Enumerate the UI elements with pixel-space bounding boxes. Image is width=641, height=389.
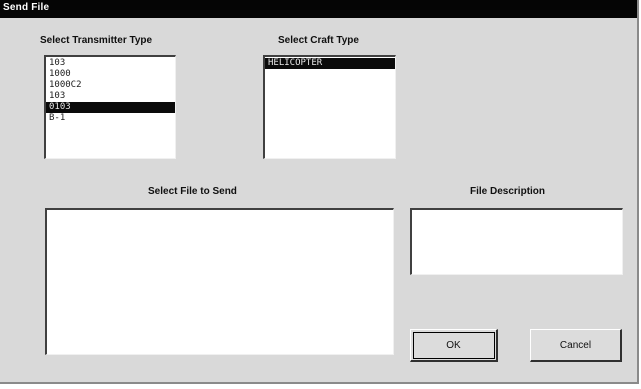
list-item[interactable]: 1000C2 [46, 80, 175, 91]
file-description-value [412, 210, 622, 214]
list-item[interactable]: 103 [46, 58, 175, 69]
transmitter-type-listbox[interactable]: 103 1000 1000C2 103 0103 B-1 [44, 55, 176, 159]
list-item[interactable]: 1000 [46, 69, 175, 80]
window-title: Send File [3, 2, 50, 13]
craft-type-label: Select Craft Type [278, 35, 359, 46]
list-item[interactable]: 0103 [46, 102, 175, 113]
file-description-label: File Description [470, 186, 546, 197]
list-item[interactable]: B-1 [46, 113, 175, 124]
send-file-dialog: Send File Select Transmitter Type 103 100… [0, 0, 639, 384]
transmitter-type-label: Select Transmitter Type [40, 35, 153, 46]
cancel-button[interactable]: Cancel [530, 329, 622, 362]
file-to-send-label: Select File to Send [148, 186, 237, 197]
list-item[interactable]: HELICOPTER [265, 58, 395, 69]
file-list [47, 210, 393, 211]
transmitter-type-list: 103 1000 1000C2 103 0103 B-1 [46, 57, 175, 124]
file-to-send-listbox[interactable] [45, 208, 394, 355]
file-description-field[interactable] [410, 208, 623, 275]
craft-type-listbox[interactable]: HELICOPTER [263, 55, 396, 159]
craft-type-list: HELICOPTER [265, 57, 395, 69]
title-bar[interactable]: Send File [0, 0, 637, 18]
ok-button[interactable]: OK [410, 329, 498, 362]
list-item[interactable]: 103 [46, 91, 175, 102]
